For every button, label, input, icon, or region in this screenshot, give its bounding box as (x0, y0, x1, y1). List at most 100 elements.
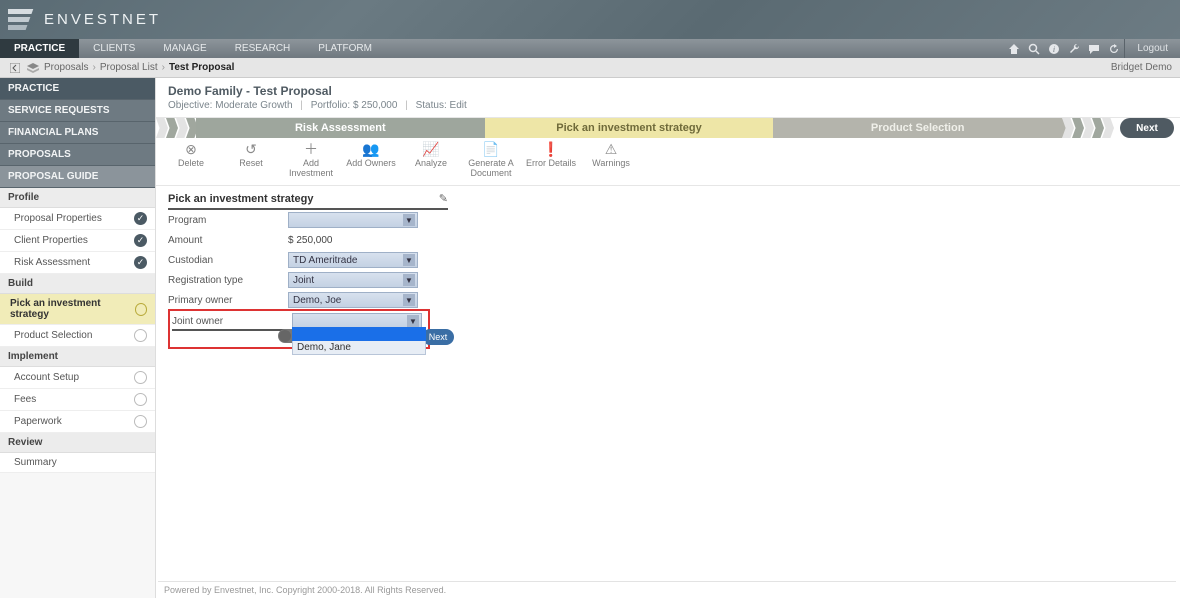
crumb-proposals[interactable]: Proposals (44, 62, 88, 73)
info-icon[interactable]: i (1044, 39, 1064, 58)
tool-label: Add Investment (286, 159, 336, 179)
nav-tab-practice[interactable]: PRACTICE (0, 39, 79, 58)
side-pick-strategy[interactable]: Pick an investment strategy (0, 294, 155, 325)
tool-reset[interactable]: ↺Reset (226, 142, 276, 179)
side-account-setup[interactable]: Account Setup (0, 367, 155, 389)
reset-icon: ↺ (245, 142, 257, 157)
tool-add-investment[interactable]: ＋Add Investment (286, 142, 336, 179)
logout-link[interactable]: Logout (1124, 39, 1180, 58)
chevron-down-icon: ▼ (403, 274, 415, 286)
side-summary[interactable]: Summary (0, 453, 155, 473)
check-icon: ✓ (134, 256, 147, 269)
side-label: Pick an investment strategy (10, 298, 135, 320)
nav-tab-manage[interactable]: MANAGE (149, 39, 220, 58)
registration-label: Registration type (168, 275, 288, 286)
error-icon: ❗ (542, 142, 559, 157)
home-icon[interactable] (1004, 39, 1024, 58)
people-icon: 👥 (362, 142, 379, 157)
side-label: Summary (14, 457, 57, 468)
tool-label: Error Details (526, 159, 576, 169)
joint-owner-option-jane[interactable]: Demo, Jane (292, 341, 426, 355)
warning-icon: ⚠ (605, 142, 618, 157)
joint-owner-label: Joint owner (172, 316, 292, 327)
tool-error-details[interactable]: ❗ Error Details (526, 142, 576, 179)
amount-label: Amount (168, 235, 288, 246)
leftnav-proposals[interactable]: PROPOSALS (0, 144, 155, 166)
registration-value: Joint (293, 275, 314, 286)
leftnav-proposal-guide[interactable]: PROPOSAL GUIDE (0, 166, 155, 188)
footer-copyright: Powered by Envestnet, Inc. Copyright 200… (158, 581, 1176, 598)
side-product-selection[interactable]: Product Selection (0, 325, 155, 347)
step-risk-assessment[interactable]: Risk Assessment (196, 118, 485, 138)
step-product-selection[interactable]: Product Selection (773, 118, 1062, 138)
primary-owner-label: Primary owner (168, 295, 288, 306)
program-dropdown[interactable]: ▼ (288, 212, 418, 228)
chevron-down-icon: ▼ (407, 315, 419, 327)
nav-tab-research[interactable]: RESEARCH (221, 39, 305, 58)
form-zone: Pick an investment strategy ✎ Program ▼ … (156, 186, 1180, 355)
page-meta: Objective: Moderate Growth | Portfolio: … (168, 100, 1168, 111)
wrench-icon[interactable] (1064, 39, 1084, 58)
objective-label: Objective: (168, 100, 212, 111)
tool-label: Analyze (415, 159, 447, 169)
tool-delete[interactable]: ⊗ Delete (166, 142, 216, 179)
delete-icon: ⊗ (185, 142, 197, 157)
joint-owner-option-blank[interactable] (292, 327, 426, 341)
primary-owner-dropdown[interactable]: Demo, Joe ▼ (288, 292, 418, 308)
form-title: Pick an investment strategy (168, 193, 314, 205)
registration-dropdown[interactable]: Joint ▼ (288, 272, 418, 288)
side-label: Fees (14, 394, 36, 405)
side-fees[interactable]: Fees (0, 389, 155, 411)
refresh-icon[interactable] (1104, 39, 1124, 58)
side-label: Paperwork (14, 416, 62, 427)
crumb-proposal-list[interactable]: Proposal List (100, 62, 158, 73)
tool-generate-doc[interactable]: 📄 Generate A Document (466, 142, 516, 179)
custodian-value: TD Ameritrade (293, 255, 357, 266)
tool-analyze[interactable]: 📈 Analyze (406, 142, 456, 179)
side-label: Product Selection (14, 330, 92, 341)
page-title: Demo Family - Test Proposal (168, 84, 1168, 98)
side-client-properties[interactable]: Client Properties ✓ (0, 230, 155, 252)
portfolio-value: $ 250,000 (353, 100, 398, 111)
document-icon: 📄 (482, 142, 499, 157)
chat-icon[interactable] (1084, 39, 1104, 58)
custodian-label: Custodian (168, 255, 288, 266)
step-label: Risk Assessment (295, 122, 386, 134)
stack-icon[interactable] (26, 61, 40, 75)
step-pick-strategy[interactable]: Pick an investment strategy (485, 118, 774, 138)
section-build: Build (0, 274, 155, 294)
objective-value: Moderate Growth (215, 100, 292, 111)
joint-owner-dropdown-open: Demo, Jane (292, 327, 426, 355)
side-paperwork[interactable]: Paperwork (0, 411, 155, 433)
todo-icon (134, 393, 147, 406)
tool-warnings[interactable]: ⚠Warnings (586, 142, 636, 179)
step-label: Product Selection (871, 122, 965, 134)
small-next-button[interactable]: Next (422, 329, 454, 345)
joint-owner-highlight: Joint owner ▼ Next Demo, Jane (168, 309, 430, 349)
leftnav-financial-plans[interactable]: FINANCIAL PLANS (0, 122, 155, 144)
nav-tab-clients[interactable]: CLIENTS (79, 39, 149, 58)
primary-owner-value: Demo, Joe (293, 295, 341, 306)
leftnav-service-requests[interactable]: SERVICE REQUESTS (0, 100, 155, 122)
check-icon: ✓ (134, 212, 147, 225)
primary-nav: PRACTICE CLIENTS MANAGE RESEARCH PLATFOR… (0, 39, 1180, 58)
logo-icon (8, 7, 38, 33)
status-value: Edit (450, 100, 467, 111)
leftnav-practice[interactable]: PRACTICE (0, 78, 155, 100)
side-proposal-properties[interactable]: Proposal Properties ✓ (0, 208, 155, 230)
back-icon[interactable] (8, 61, 22, 75)
search-icon[interactable] (1024, 39, 1044, 58)
side-risk-assessment[interactable]: Risk Assessment ✓ (0, 252, 155, 274)
edit-icon[interactable]: ✎ (439, 192, 448, 205)
next-button[interactable]: Next (1120, 118, 1174, 138)
analyze-icon: 📈 (422, 142, 439, 157)
brand-name: ENVESTNET (44, 11, 161, 28)
nav-tab-platform[interactable]: PLATFORM (304, 39, 386, 58)
program-label: Program (168, 215, 288, 226)
tool-label: Generate A Document (466, 159, 516, 179)
section-implement: Implement (0, 347, 155, 367)
side-label: Account Setup (14, 372, 79, 383)
tool-add-owners[interactable]: 👥Add Owners (346, 142, 396, 179)
custodian-dropdown[interactable]: TD Ameritrade ▼ (288, 252, 418, 268)
tool-label: Delete (178, 159, 204, 169)
